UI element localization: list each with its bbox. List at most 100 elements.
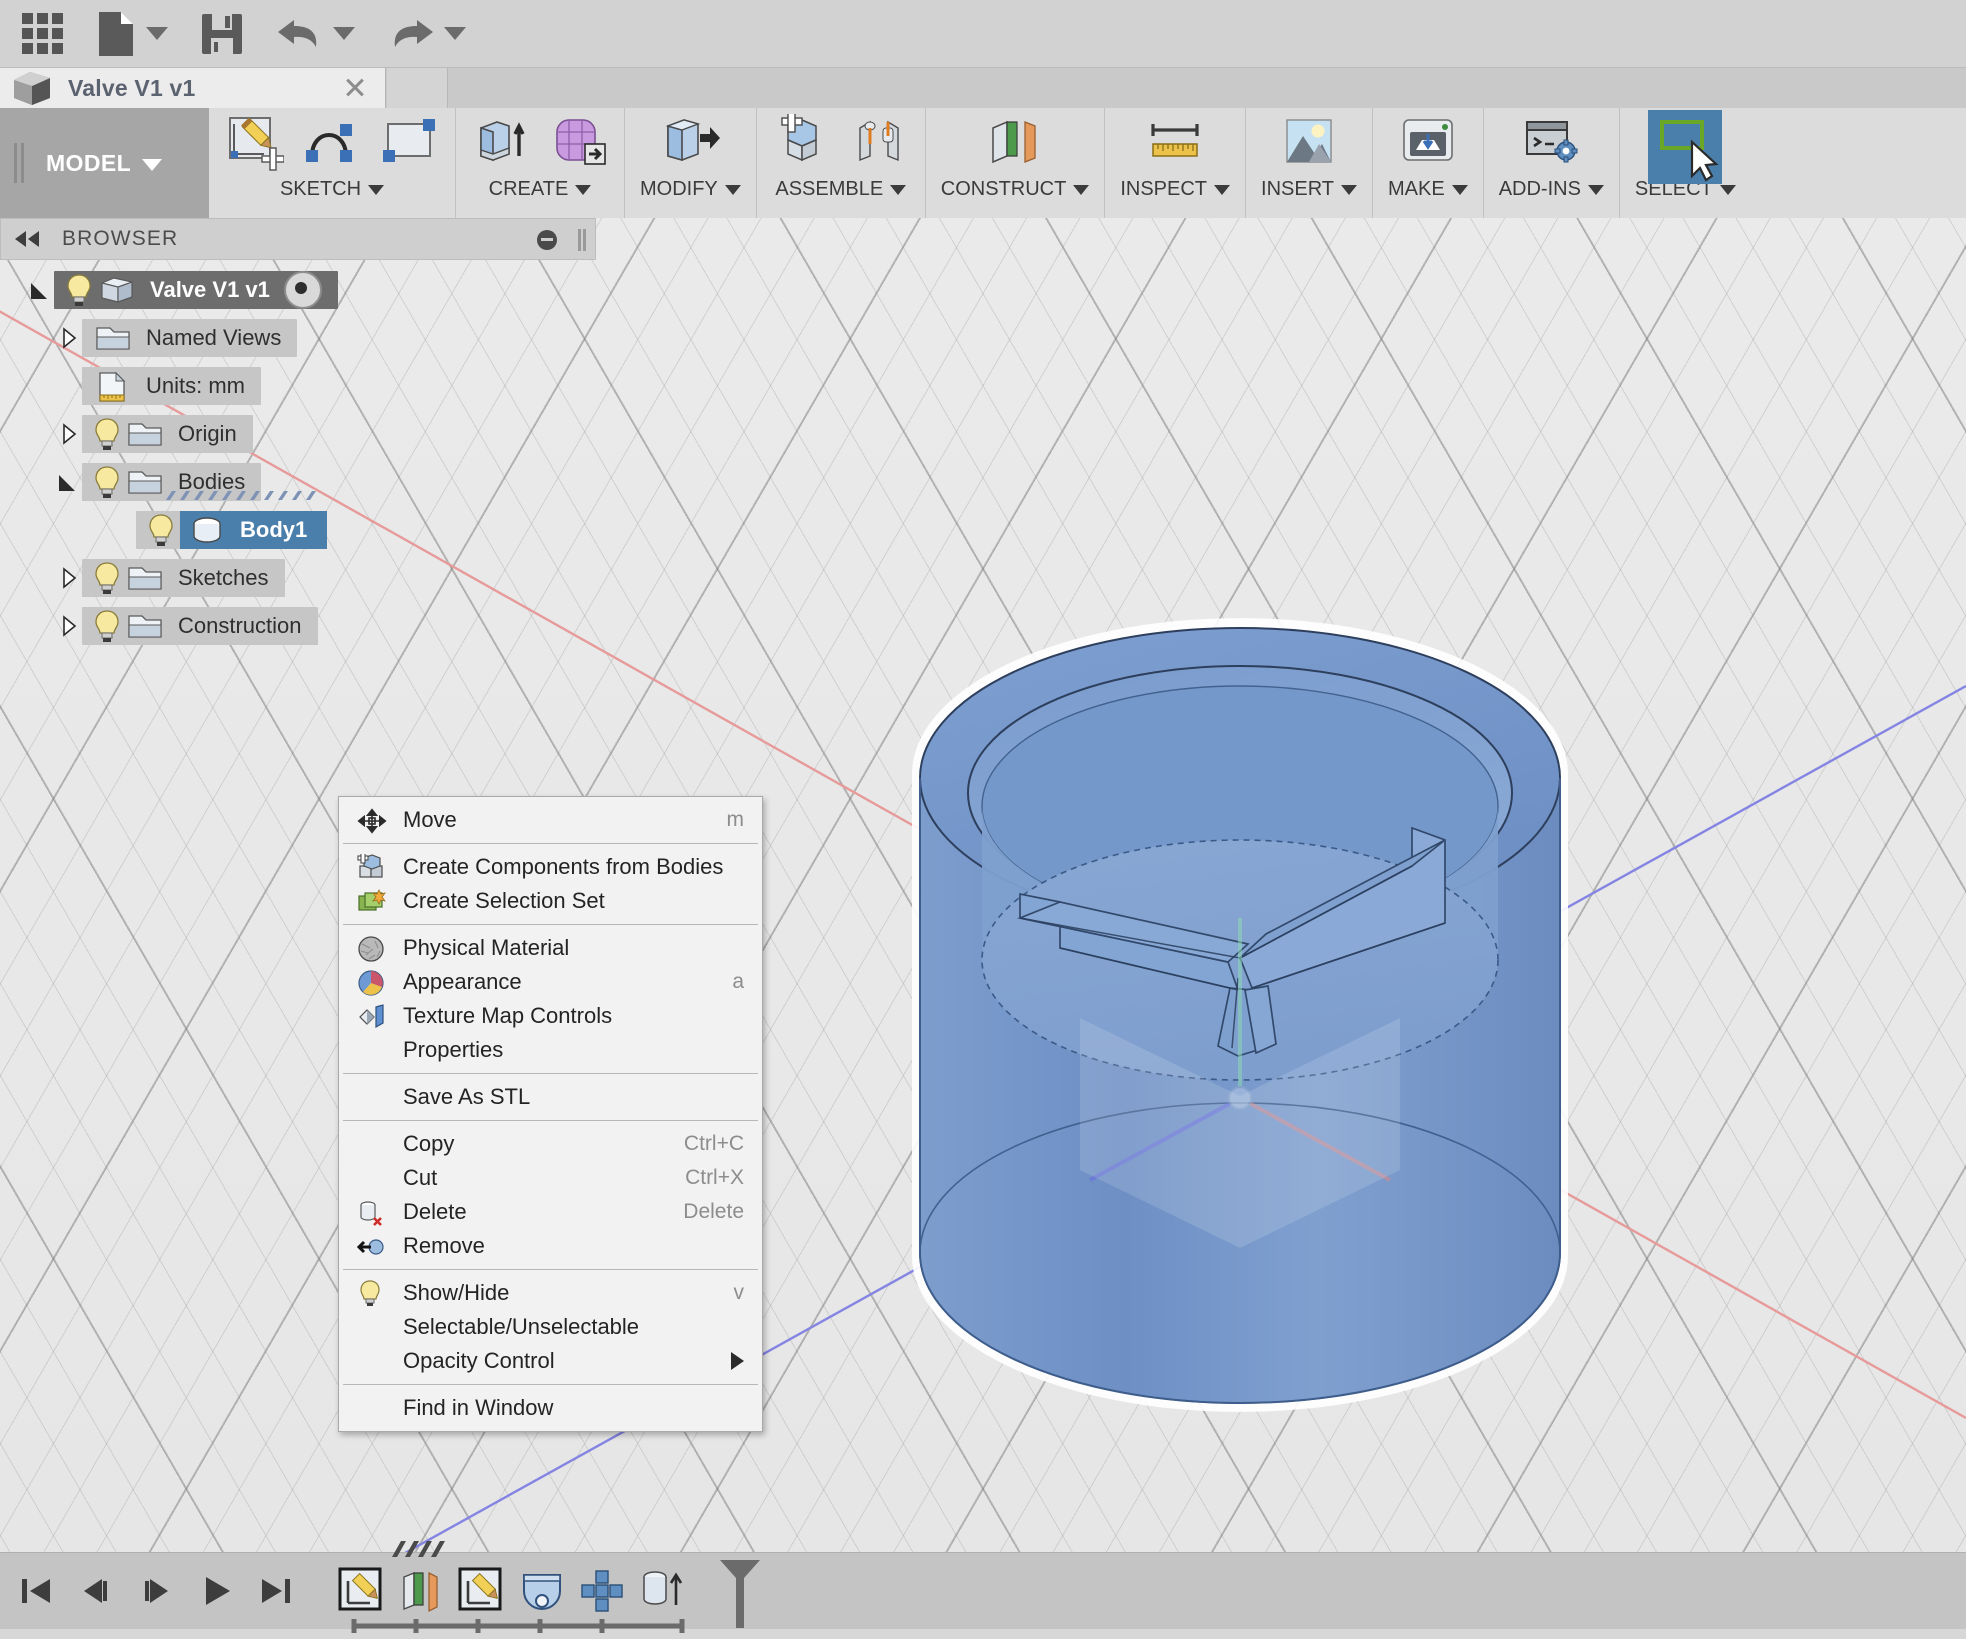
menu-item-cut[interactable]: Cut Ctrl+X — [339, 1161, 762, 1195]
ribbon-label-create[interactable]: CREATE — [489, 178, 592, 201]
tree-item-units[interactable]: Units: mm — [82, 367, 261, 405]
tree-item-valve[interactable]: Valve V1 v1 — [54, 271, 338, 309]
tree-row-origin[interactable]: Origin — [0, 410, 600, 458]
joint-icon[interactable] — [850, 114, 910, 172]
chevron-down-icon[interactable] — [1214, 184, 1231, 195]
measure-icon[interactable] — [1145, 114, 1205, 172]
skip-start-icon[interactable] — [12, 1567, 60, 1615]
ribbon-label-insert[interactable]: INSERT — [1261, 178, 1357, 201]
ribbon-label-addins[interactable]: ADD-INS — [1499, 178, 1604, 201]
menu-item-show-hide[interactable]: Show/Hide v — [339, 1276, 762, 1310]
chevron-down-icon[interactable] — [890, 184, 907, 195]
step-forward-icon[interactable] — [132, 1567, 180, 1615]
bulb-icon[interactable] — [92, 417, 122, 451]
expander-open-icon[interactable] — [28, 277, 54, 303]
bulb-icon[interactable] — [64, 273, 94, 307]
menu-item-find-in-window[interactable]: Find in Window — [339, 1391, 762, 1425]
offset-plane-icon[interactable] — [985, 114, 1045, 172]
chevron-down-icon[interactable] — [1587, 184, 1604, 195]
chevron-down-icon[interactable] — [575, 184, 592, 195]
chevron-down-icon[interactable] — [1451, 184, 1468, 195]
extrude-icon[interactable] — [471, 114, 531, 172]
menu-item-appearance[interactable]: Appearance a — [339, 965, 762, 999]
menu-item-save-as-stl[interactable]: Save As STL — [339, 1080, 762, 1114]
3d-print-icon[interactable] — [1398, 114, 1458, 172]
ribbon-label-assemble[interactable]: ASSEMBLE — [775, 178, 907, 201]
insert-image-icon[interactable] — [1279, 114, 1339, 172]
timeline-feature-sketch-1[interactable] — [336, 1565, 388, 1617]
timeline-feature-pattern[interactable] — [576, 1565, 628, 1617]
minimize-icon[interactable] — [537, 230, 557, 250]
menu-item-delete[interactable]: Delete Delete — [339, 1195, 762, 1229]
workspace-switcher[interactable]: MODEL — [0, 108, 209, 218]
timeline-feature-revolve[interactable] — [516, 1565, 568, 1617]
expander-closed-icon[interactable] — [56, 613, 82, 639]
expander-closed-icon[interactable] — [56, 565, 82, 591]
tree-item-sketches[interactable]: Sketches — [82, 559, 285, 597]
bulb-icon[interactable] — [92, 465, 122, 499]
document-tab-add[interactable] — [387, 68, 448, 108]
app-grid-icon[interactable] — [14, 6, 71, 62]
chevron-down-icon[interactable] — [1341, 184, 1357, 195]
tree-row-sketches[interactable]: Sketches — [0, 554, 600, 602]
redo-chevron-down-icon[interactable] — [444, 27, 466, 40]
workspace-chevron-down-icon[interactable] — [142, 159, 163, 171]
menu-item-copy[interactable]: Copy Ctrl+C — [339, 1127, 762, 1161]
menu-item-create-selection-set[interactable]: Create Selection Set — [339, 884, 762, 918]
activate-component-radio[interactable] — [283, 271, 322, 309]
ribbon-label-construct[interactable]: CONSTRUCT — [941, 178, 1090, 201]
press-pull-icon[interactable] — [660, 114, 721, 172]
chevron-down-icon[interactable] — [724, 184, 741, 195]
ribbon-label-make[interactable]: MAKE — [1388, 178, 1468, 201]
tree-item-body1[interactable]: Body1 — [136, 511, 328, 549]
bulb-icon[interactable] — [92, 609, 122, 643]
timeline-feature-extrude[interactable] — [636, 1565, 688, 1617]
tree-item-construction[interactable]: Construction — [82, 607, 318, 645]
menu-item-properties[interactable]: Properties — [339, 1033, 762, 1067]
timeline-feature-sketch-2[interactable] — [456, 1565, 508, 1617]
context-menu[interactable]: Move m Create Components from Bodies Cre… — [338, 796, 763, 1432]
panel-resize-grip[interactable] — [578, 229, 581, 251]
tree-row-construction[interactable]: Construction — [0, 602, 600, 650]
bulb-icon[interactable] — [92, 561, 122, 595]
new-file-icon[interactable] — [87, 6, 176, 62]
spline-icon[interactable] — [302, 114, 362, 172]
rectangle-icon[interactable] — [380, 114, 440, 172]
chevron-down-icon[interactable] — [1719, 184, 1736, 195]
create-sketch-icon[interactable] — [224, 114, 284, 172]
menu-item-move[interactable]: Move m — [339, 803, 762, 837]
mesh-icon[interactable] — [549, 114, 609, 172]
tree-row-body1[interactable]: Body1 — [0, 506, 600, 554]
tree-item-named-views[interactable]: Named Views — [82, 319, 298, 357]
tree-row-bodies[interactable]: Bodies — [0, 458, 600, 506]
step-back-icon[interactable] — [72, 1567, 120, 1615]
ribbon-label-modify[interactable]: MODIFY — [640, 178, 741, 201]
chevron-down-icon[interactable] — [368, 184, 385, 195]
menu-item-create-components-from-bodies[interactable]: Create Components from Bodies — [339, 850, 762, 884]
select-window-icon[interactable] — [1648, 110, 1723, 184]
expander-closed-icon[interactable] — [56, 421, 82, 447]
skip-end-icon[interactable] — [252, 1567, 300, 1615]
expander-closed-icon[interactable] — [56, 325, 82, 351]
redo-icon[interactable] — [379, 6, 474, 62]
chevron-down-icon[interactable] — [1073, 184, 1090, 195]
tree-row-named-views[interactable]: Named Views — [0, 314, 600, 362]
menu-item-remove[interactable]: Remove — [339, 1229, 762, 1263]
ribbon-label-sketch[interactable]: SKETCH — [280, 178, 385, 201]
document-tab-valve[interactable]: Valve V1 v1 — [0, 68, 386, 108]
expander-open-icon[interactable] — [56, 469, 82, 495]
menu-item-physical-material[interactable]: Physical Material — [339, 931, 762, 965]
3d-viewport[interactable]: BROWSER Valve V1 v1 Named Views Units: m… — [0, 218, 1966, 1628]
menu-item-texture-map-controls[interactable]: Texture Map Controls — [339, 999, 762, 1033]
timeline-end-marker[interactable] — [710, 1556, 770, 1628]
menu-item-selectable-unselectable[interactable]: Selectable/Unselectable — [339, 1310, 762, 1344]
tree-item-origin[interactable]: Origin — [82, 415, 253, 453]
bulb-icon[interactable] — [146, 513, 176, 547]
scripts-addins-icon[interactable] — [1521, 114, 1581, 172]
tree-row-units[interactable]: Units: mm — [0, 362, 600, 410]
double-chevron-left-icon[interactable] — [15, 231, 39, 247]
new-component-icon[interactable] — [772, 114, 832, 172]
play-icon[interactable] — [192, 1567, 240, 1615]
close-icon[interactable] — [343, 75, 367, 99]
timeline-feature-plane[interactable] — [396, 1565, 448, 1617]
